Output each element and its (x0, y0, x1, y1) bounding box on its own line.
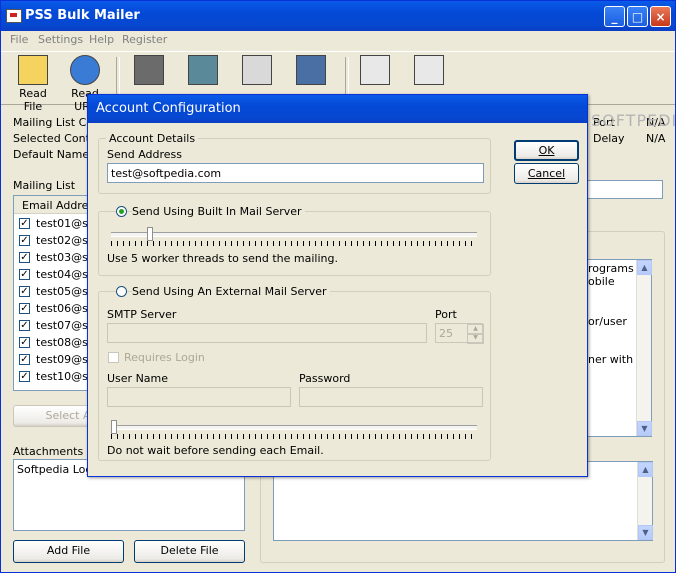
menu-help[interactable]: Help (89, 33, 114, 46)
worker-threads-note: Use 5 worker threads to send the mailing… (107, 252, 338, 265)
list-item-email: test05@so (36, 285, 95, 298)
password-label: Password (299, 372, 351, 385)
send-delay-note: Do not wait before sending each Email. (107, 444, 324, 457)
cancel-button[interactable]: Cancel (514, 163, 579, 184)
delay-label: Delay (593, 132, 625, 145)
list-item-email: test06@so (36, 302, 95, 315)
preview-scrollbar[interactable]: ▲ ▼ (637, 462, 653, 540)
scroll-down-icon[interactable]: ▼ (638, 525, 653, 540)
signature-icon (242, 55, 272, 85)
scroll-up-icon[interactable]: ▲ (637, 260, 652, 275)
list-item-checkbox[interactable]: ✓ (19, 354, 30, 365)
menu-file[interactable]: File (10, 33, 28, 46)
account-details-label: Account Details (106, 132, 199, 145)
scroll-up-icon[interactable]: ▲ (638, 462, 653, 477)
folder-open-icon (18, 55, 48, 85)
worker-threads-slider[interactable] (111, 232, 477, 237)
list-item-checkbox[interactable]: ✓ (19, 320, 30, 331)
send-delay-slider[interactable] (111, 425, 477, 430)
send-delay-slider-thumb[interactable] (111, 420, 117, 434)
port-value: 25 (439, 327, 453, 340)
right-input[interactable] (587, 180, 663, 199)
list-item-email: test07@so (36, 319, 95, 332)
test-mail-icon (360, 55, 390, 85)
message-text-line: or/user (588, 315, 627, 328)
list-item-email: test01@so (36, 217, 95, 230)
list-item-checkbox[interactable]: ✓ (19, 337, 30, 348)
dialog-title-bar[interactable]: Account Configuration (88, 95, 587, 123)
port-stepper[interactable]: 25 ▲ ▼ (435, 323, 484, 344)
close-button[interactable]: × (650, 6, 671, 27)
list-item-checkbox[interactable]: ✓ (19, 371, 30, 382)
toolbar-separator (116, 57, 120, 97)
slider-ticks (111, 241, 477, 246)
port-label: Port (435, 308, 457, 321)
smtp-server-field[interactable] (107, 323, 427, 343)
list-item-email: test08@so (36, 336, 95, 349)
menu-settings[interactable]: Settings (38, 33, 83, 46)
password-field[interactable] (299, 387, 483, 407)
scroll-down-icon[interactable]: ▼ (637, 421, 652, 436)
list-item-checkbox[interactable]: ✓ (19, 218, 30, 229)
maximize-button[interactable]: □ (627, 6, 648, 27)
ok-button[interactable]: OK (514, 140, 579, 161)
account-configuration-dialog: Account Configuration OK Cancel Account … (87, 94, 588, 477)
message-text-line: obile (588, 275, 615, 288)
external-server-radio[interactable] (116, 286, 127, 297)
send-address-field[interactable]: test@softpedia.com (107, 163, 484, 183)
mailing-list-label: Mailing List (13, 179, 76, 192)
list-item-checkbox[interactable]: ✓ (19, 286, 30, 297)
template-icon (188, 55, 218, 85)
menu-register[interactable]: Register (122, 33, 167, 46)
requires-login-label: Requires Login (124, 351, 205, 364)
message-scrollbar[interactable]: ▲ ▼ (636, 260, 652, 436)
watermark: SOFTPEDIA (591, 111, 676, 130)
list-item-email: test09@so (36, 353, 95, 366)
builtin-server-radio[interactable] (116, 206, 127, 217)
list-item-checkbox[interactable]: ✓ (19, 303, 30, 314)
default-name-label: Default Name: (13, 148, 93, 161)
add-file-button[interactable]: Add File (13, 540, 124, 563)
message-text-line: ner with (588, 353, 634, 366)
minimize-button[interactable]: _ (604, 6, 625, 27)
worker-threads-slider-thumb[interactable] (147, 227, 153, 241)
user-name-field[interactable] (107, 387, 291, 407)
message-body[interactable]: rograms obile or/user ner with ▲ ▼ (584, 259, 652, 437)
send-mail-icon (414, 55, 444, 85)
delete-file-button[interactable]: Delete File (134, 540, 245, 563)
list-item-email: test02@so (36, 234, 95, 247)
external-server-label[interactable]: Send Using An External Mail Server (132, 285, 330, 298)
dialog-title: Account Configuration (96, 101, 241, 116)
list-item-email: test03@so (36, 251, 95, 264)
smtp-server-label: SMTP Server (107, 308, 177, 321)
list-item-checkbox[interactable]: ✓ (19, 269, 30, 280)
title-bar[interactable]: PSS Bulk Mailer _ □ × (1, 1, 675, 31)
slider-ticks (111, 434, 477, 439)
stepper-down-icon[interactable]: ▼ (467, 333, 484, 344)
send-address-label: Send Address (107, 148, 183, 161)
builtin-server-label[interactable]: Send Using Built In Mail Server (132, 205, 305, 218)
user-name-label: User Name (107, 372, 169, 385)
list-item-checkbox[interactable]: ✓ (19, 252, 30, 263)
list-item-email: test04@so (36, 268, 95, 281)
selected-contacts-label: Selected Conta (13, 132, 97, 145)
window-title: PSS Bulk Mailer (25, 8, 140, 23)
read-file-button[interactable]: Read File (9, 55, 57, 113)
list-item-email: test10@so (36, 370, 95, 383)
internet-explorer-icon (70, 55, 100, 85)
message-text-line: rograms (588, 262, 634, 275)
requires-login-checkbox[interactable] (108, 352, 119, 363)
app-icon (6, 9, 22, 23)
delay-value: N/A (646, 132, 666, 145)
account-icon (134, 55, 164, 85)
send-address-value: test@softpedia.com (111, 167, 222, 180)
list-item-checkbox[interactable]: ✓ (19, 235, 30, 246)
toolbar-separator (345, 57, 349, 97)
options-icon (296, 55, 326, 85)
attachments-label: Attachments (13, 445, 84, 458)
